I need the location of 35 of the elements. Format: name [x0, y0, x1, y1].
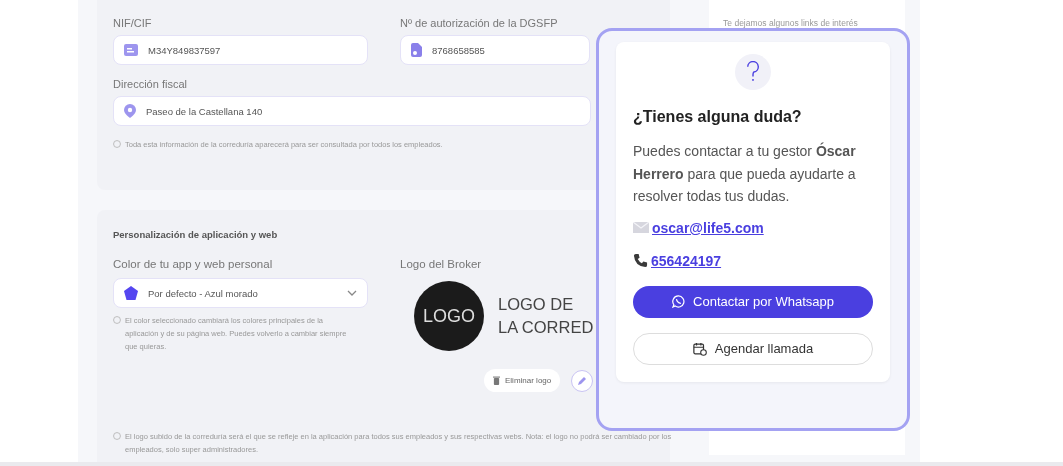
info-icon	[113, 316, 121, 324]
color-select[interactable]: Por defecto - Azul morado	[113, 278, 368, 308]
help-title: ¿Tienes alguna duda?	[633, 108, 803, 126]
phone-icon	[633, 253, 648, 268]
calendar-icon	[692, 341, 707, 356]
whatsapp-button[interactable]: Contactar por Whatsapp	[633, 285, 873, 318]
input-field[interactable]: Paseo de la Castellana 140	[113, 96, 591, 126]
field-label: NIF/CIF	[113, 16, 153, 30]
chat-bubble-icon	[672, 295, 686, 308]
location-pin-icon	[124, 104, 136, 118]
delete-logo-button[interactable]: Eliminar logo	[484, 369, 561, 392]
envelope-icon	[633, 222, 649, 233]
field-label: Color de tu app y web personal	[113, 257, 274, 271]
input-field[interactable]: M34Y849837597	[113, 35, 368, 65]
trash-icon	[493, 376, 500, 385]
document-icon	[411, 43, 422, 57]
question-mark-icon	[735, 54, 771, 90]
logo-text: LOGO DE LA CORRED	[498, 294, 594, 338]
help-message: Puedes contactar a tu gestor Óscar Herrero para que pueda ayudarte a resolver todas tus dudas.	[633, 141, 857, 206]
links-intro: Te dejamos algunos links de interés	[723, 18, 858, 28]
field-label: Dirección fiscal	[113, 77, 188, 91]
chevron-down-icon	[347, 290, 357, 296]
pencil-icon	[577, 375, 588, 386]
field-label: Logo del Broker	[400, 257, 483, 271]
section-title: Personalización de aplicación y web	[113, 229, 279, 240]
phone-link[interactable]: 656424197	[633, 252, 722, 269]
email-link[interactable]: oscar@life5.com	[633, 219, 764, 236]
info-icon	[113, 432, 121, 440]
id-card-icon	[124, 44, 138, 56]
info-icon	[113, 140, 121, 148]
schedule-call-button[interactable]: Agendar llamada	[633, 332, 873, 365]
field-label: Nº de autorización de la DGSFP	[400, 16, 559, 30]
logo-badge: LOGO	[414, 281, 484, 351]
edit-button[interactable]	[571, 369, 594, 392]
input-field[interactable]: 8768658585	[400, 35, 590, 65]
